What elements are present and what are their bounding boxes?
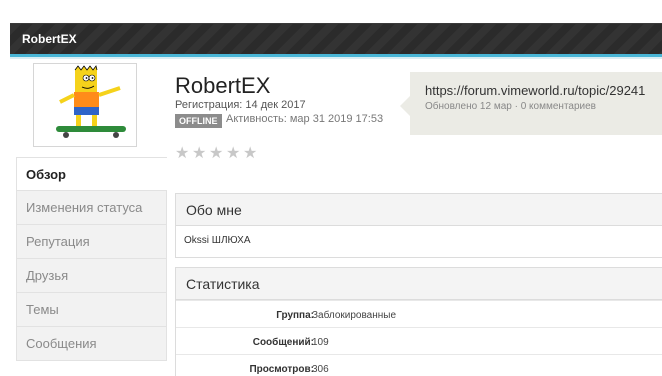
about-title: Обо мне (176, 194, 662, 226)
menu-item-status-changes[interactable]: Изменения статуса (16, 191, 167, 225)
rating-stars[interactable]: ★ ★ ★ ★ ★ (175, 146, 259, 162)
status-update-link[interactable]: https://forum.vimeworld.ru/topic/29241 (425, 83, 645, 98)
registration-date: Регистрация: 14 дек 2017 (175, 99, 306, 111)
profile-name: RobertEX (175, 73, 271, 98)
menu-item-friends[interactable]: Друзья (16, 259, 167, 293)
avatar-image (56, 65, 126, 138)
header-accent-line-light (10, 57, 662, 59)
star-icon[interactable]: ★ (243, 146, 259, 162)
header-title: RobertEX (22, 32, 77, 46)
profile-page: RobertEX RobertEX Регистрация: 14 дек 20… (0, 0, 662, 376)
stat-row-views: Просмотров: 306 (176, 354, 662, 376)
star-icon[interactable]: ★ (175, 146, 191, 162)
menu-item-posts[interactable]: Сообщения (16, 327, 167, 361)
last-activity: Активность: мар 31 2019 17:53 (226, 113, 384, 125)
star-icon[interactable]: ★ (209, 146, 225, 162)
stat-row-group: Группа: Заблокированные (176, 300, 662, 327)
stat-label: Сообщений: (252, 337, 314, 348)
about-panel: Обо мне Okssi ШЛЮХА (175, 193, 662, 258)
avatar[interactable] (33, 63, 137, 147)
menu-item-reputation[interactable]: Репутация (16, 225, 167, 259)
status-badge: OFFLINE (175, 114, 222, 128)
stat-label: Группа: (276, 310, 314, 321)
status-update-meta: Обновлено 12 мар · 0 комментариев (425, 101, 596, 112)
menu-item-topics[interactable]: Темы (16, 293, 167, 327)
stat-value: 109 (312, 337, 329, 348)
stat-value: Заблокированные (312, 310, 397, 321)
stats-title: Статистика (176, 268, 662, 300)
star-icon[interactable]: ★ (226, 146, 242, 162)
stat-value: 306 (312, 364, 329, 375)
about-text: Okssi ШЛЮХА (184, 235, 251, 246)
stats-panel: Статистика Группа: Заблокированные Сообщ… (175, 267, 662, 376)
stat-label: Просмотров: (249, 364, 314, 375)
stat-row-posts: Сообщений: 109 (176, 327, 662, 354)
profile-menu: Обзор Изменения статуса Репутация Друзья… (16, 157, 167, 361)
profile-header-bar: RobertEX (10, 23, 662, 54)
star-icon[interactable]: ★ (192, 146, 208, 162)
menu-item-overview[interactable]: Обзор (16, 157, 167, 191)
status-update-bubble: https://forum.vimeworld.ru/topic/29241 О… (400, 72, 662, 135)
